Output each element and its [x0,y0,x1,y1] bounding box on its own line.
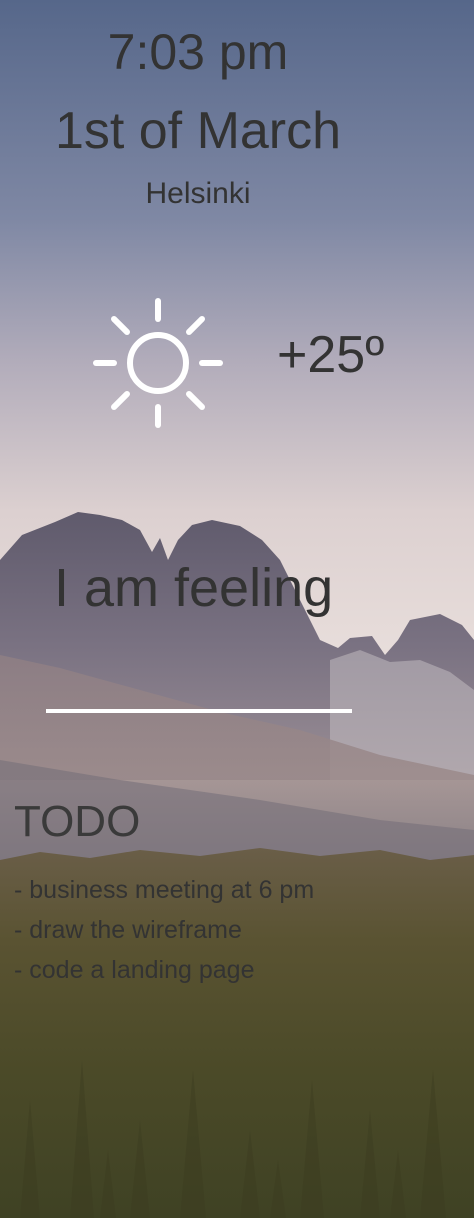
sun-icon [92,297,224,429]
todo-title: TODO [14,797,141,846]
todo-item: - code a landing page [14,956,255,984]
mood-label: I am feeling [54,558,334,618]
clock-time: 7:03 pm [107,24,289,80]
mood-input-underline[interactable] [46,709,352,713]
clock-date: 1st of March [54,102,342,160]
city-name: Helsinki [145,177,251,210]
todo-item: - business meeting at 6 pm [14,876,315,904]
todo-item: - draw the wireframe [14,916,242,944]
temperature: +25º [277,326,385,384]
todo-list: - business meeting at 6 pm - draw the wi… [14,870,314,990]
